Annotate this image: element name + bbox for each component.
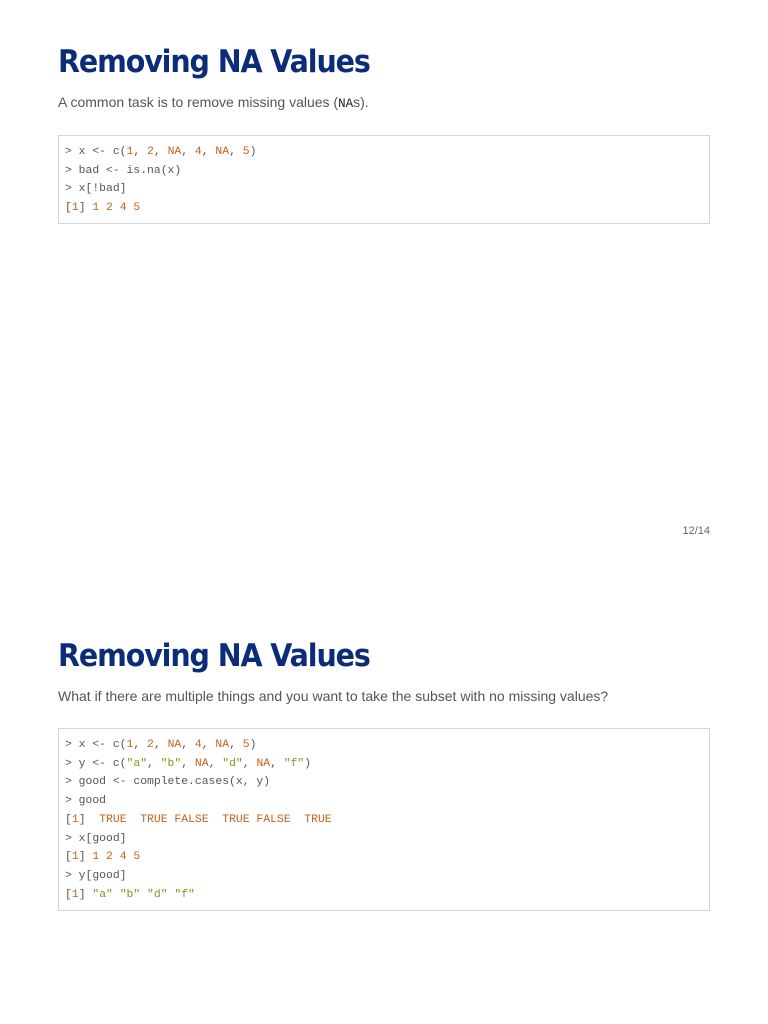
code-token: 4 [194, 146, 202, 158]
code-token: [ [65, 813, 72, 826]
code-token: ) [249, 739, 257, 751]
code-line: > y[good] [65, 867, 703, 886]
code-token: , [270, 757, 284, 770]
code-line: > x <- c(1, 2, NA, 4, NA, 5) [65, 736, 703, 755]
code-token: , [181, 146, 195, 158]
slide-title: Removing NA Values [58, 638, 371, 674]
slide-paragraph: A common task is to remove missing value… [58, 94, 710, 111]
slide-title: Removing NA Values [58, 44, 371, 80]
code-token: > x[!bad] [65, 183, 127, 196]
code-line: [1] 1 2 4 5 [65, 199, 703, 218]
code-line: > x[!bad] [65, 180, 703, 199]
code-token: , [181, 739, 195, 751]
code-token: , [133, 146, 148, 158]
code-token: 4 [194, 739, 202, 751]
code-token: > y[good] [65, 869, 127, 882]
code-token: , [153, 146, 168, 158]
code-token: 1 2 4 5 [92, 202, 141, 215]
code-token: 1 [71, 813, 79, 826]
code-token: "a" "b" "d" "f" [92, 888, 195, 901]
code-token: , [208, 757, 223, 770]
code-token: 2 [147, 739, 154, 751]
code-token: ) [304, 757, 312, 770]
code-line: [1] "a" "b" "d" "f" [65, 886, 703, 905]
page-number: 12/14 [682, 525, 710, 537]
slide-2: Removing NA Values What if there are mul… [58, 638, 710, 911]
code-token: 5 [242, 146, 250, 158]
code-token: ) [249, 146, 257, 158]
code-token: , [133, 739, 148, 751]
code-token: , [229, 739, 243, 751]
code-token: , [181, 757, 195, 770]
code-token: > bad <- is.na(x) [65, 164, 182, 177]
code-line: > x[good] [65, 830, 703, 849]
para-text: s). [353, 94, 369, 110]
code-token: ] [78, 202, 93, 215]
code-token: , [201, 146, 216, 158]
code-line: > x <- c(1, 2, NA, 4, NA, 5) [65, 143, 703, 162]
code-token: 5 [242, 739, 250, 751]
code-token: , [153, 739, 168, 751]
slide-paragraph: What if there are multiple things and yo… [58, 688, 609, 704]
code-token: NA [167, 146, 182, 158]
code-token: "f" [283, 757, 305, 770]
code-token: ] [78, 888, 93, 901]
code-line: > bad <- is.na(x) [65, 162, 703, 181]
code-token: NA [194, 757, 209, 770]
code-token: [ [65, 851, 72, 864]
code-token: "a" [126, 757, 148, 770]
code-block: > x <- c(1, 2, NA, 4, NA, 5) > bad <- is.… [58, 135, 710, 224]
code-token: NA [215, 739, 230, 751]
code-token: > y <- c( [65, 757, 127, 770]
code-line: > good <- complete.cases(x, y) [65, 773, 703, 792]
code-token: "b" [160, 757, 182, 770]
slide-1: Removing NA Values A common task is to r… [58, 44, 710, 224]
code-token: NA [167, 739, 182, 751]
code-token: > good [65, 795, 107, 808]
code-line: > good [65, 792, 703, 811]
para-text: A common task is to remove missing value… [58, 94, 339, 110]
code-token: [ [65, 888, 72, 901]
code-token: > good <- complete.cases(x, y) [65, 776, 271, 789]
code-line: [1] 1 2 4 5 [65, 848, 703, 867]
code-token: 1 [71, 851, 79, 864]
code-token: > x <- c( [65, 739, 127, 751]
code-token: 2 [147, 146, 154, 158]
code-token: ] [78, 851, 93, 864]
code-token: , [201, 739, 216, 751]
code-token: [ [65, 202, 72, 215]
code-token: 1 [71, 202, 79, 215]
inline-code: NA [338, 97, 354, 111]
code-token: 1 [71, 888, 79, 901]
code-token: , [229, 146, 243, 158]
code-block: > x <- c(1, 2, NA, 4, NA, 5) > y <- c("a"… [58, 728, 710, 911]
code-token: 1 2 4 5 [92, 851, 141, 864]
code-token: NA [256, 757, 271, 770]
code-token: , [242, 757, 257, 770]
code-token: NA [215, 146, 230, 158]
code-token: > x <- c( [65, 146, 127, 158]
code-token: TRUE TRUE FALSE TRUE FALSE TRUE [99, 813, 332, 826]
code-line: [1] TRUE TRUE FALSE TRUE FALSE TRUE [65, 811, 703, 830]
code-token: > x[good] [65, 832, 127, 845]
code-token: "d" [222, 757, 243, 770]
code-token: ] [78, 813, 100, 826]
code-token: , [147, 757, 161, 770]
code-line: > y <- c("a", "b", NA, "d", NA, "f") [65, 755, 703, 774]
